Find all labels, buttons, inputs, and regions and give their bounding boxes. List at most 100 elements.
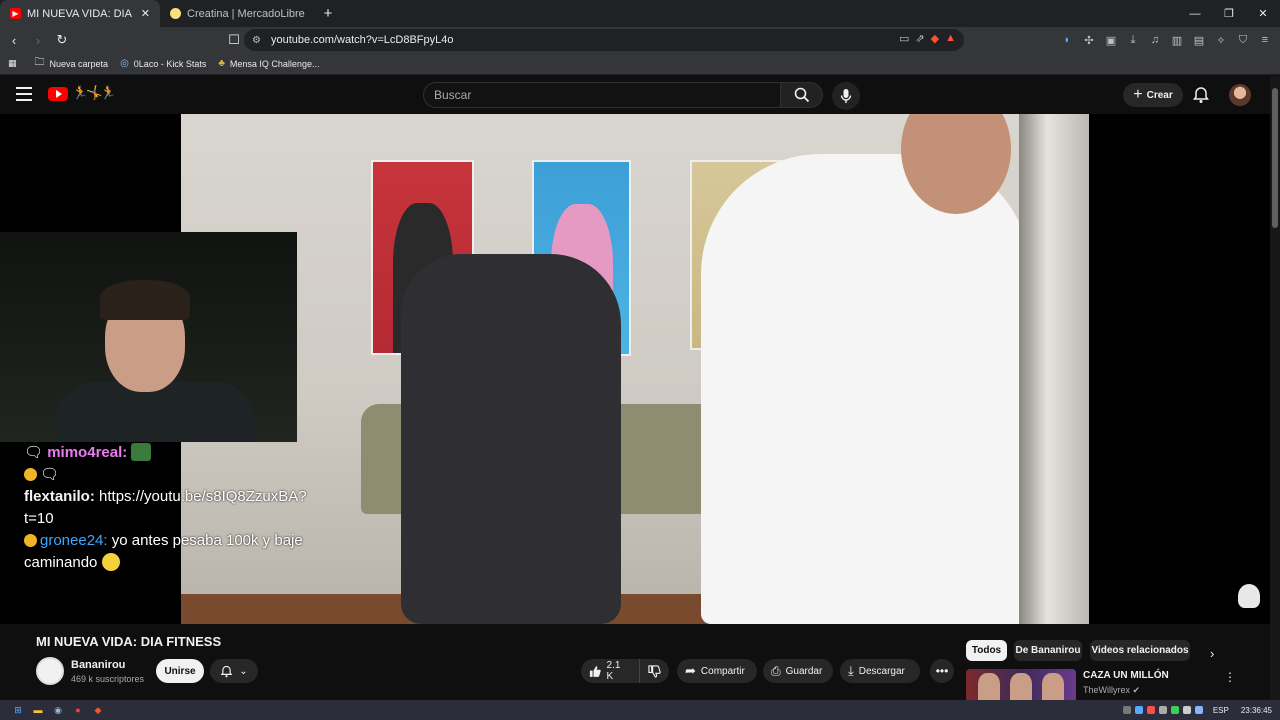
voice-search-button[interactable]	[832, 82, 860, 110]
verified-icon: ✔	[1132, 685, 1141, 695]
language-indicator[interactable]: ESP	[1213, 706, 1229, 715]
user-avatar[interactable]	[1229, 84, 1251, 106]
page-scrollbar[interactable]	[1270, 76, 1280, 700]
close-tab-icon[interactable]: ✕	[141, 7, 150, 20]
new-tab-button[interactable]: +	[315, 0, 341, 27]
youtube-logo-icon[interactable]	[48, 87, 68, 101]
dislike-button[interactable]	[640, 659, 669, 683]
chip-channel[interactable]: De Bananirou	[1014, 640, 1082, 661]
bookmarks-bar: ▦ 🗀 Nueva carpeta ◎ 0Laco - Kick Stats ♣ Me…	[0, 53, 1280, 75]
related-more-icon[interactable]: ⋮	[1224, 670, 1236, 684]
extensions-area: ◗ ✣ ▣ ⤓ ♫ ▥ ▤ ✧ ⛉ ≡	[1058, 30, 1274, 50]
search-button[interactable]	[781, 82, 823, 108]
channel-avatar[interactable]	[36, 657, 64, 685]
chevron-right-icon[interactable]: ›	[1210, 646, 1214, 661]
notifications-bell-icon[interactable]	[1192, 86, 1210, 104]
leo-ai-icon[interactable]: ✧	[1212, 30, 1230, 50]
wallet-icon[interactable]: ◗	[1058, 30, 1076, 50]
youtube-doodle[interactable]: 🏃🤸🏃	[72, 85, 117, 101]
mercadolibre-favicon-icon	[170, 8, 181, 19]
brave-shields-icon[interactable]: ◆	[931, 32, 939, 45]
screenshot-icon[interactable]: ▣	[1102, 30, 1120, 50]
tray-icon[interactable]	[1122, 706, 1131, 714]
search-placeholder: Buscar	[434, 88, 472, 102]
download-label: Descargar	[858, 665, 905, 677]
tray-icon[interactable]	[1134, 706, 1143, 714]
extensions-icon[interactable]: ✣	[1080, 30, 1098, 50]
sidebar-icon[interactable]: ▥	[1168, 30, 1186, 50]
vpn-icon[interactable]: ⛉	[1234, 30, 1252, 50]
wallet-card-icon[interactable]: ▤	[1190, 30, 1208, 50]
bookmark-mensa[interactable]: ♣ Mensa IQ Challenge...	[218, 58, 319, 69]
bookmark-label: Mensa IQ Challenge...	[229, 58, 320, 69]
share-button[interactable]: ➦ Compartir	[677, 659, 757, 683]
apps-icon[interactable]: ▦	[8, 58, 17, 69]
tray-icon[interactable]	[1182, 706, 1191, 714]
subscription-notifications-button[interactable]: ⌄	[210, 659, 258, 683]
emote-icon	[101, 553, 120, 571]
save-label: Guardar	[785, 665, 823, 677]
music-icon[interactable]: ♫	[1146, 30, 1164, 50]
address-bar[interactable]: ⚙ youtube.com/watch?v=LcD8BFpyL4o ▭ ⇗ ◆ …	[244, 29, 964, 51]
video-title: MI NUEVA VIDA: DIA FITNESS	[36, 634, 222, 649]
related-channel[interactable]: TheWillyrex ✔	[1083, 685, 1140, 696]
browser-tab-youtube[interactable]: ▶ MI NUEVA VIDA: DIA FITNESS - ✕	[0, 0, 160, 27]
brave-rewards-icon[interactable]: ▲	[945, 32, 956, 45]
youtube-header: 🏃🤸🏃 Buscar + Crear	[0, 76, 1270, 114]
bookmark-kick-stats[interactable]: ◎ 0Laco - Kick Stats	[120, 58, 206, 69]
clock[interactable]: 23:36:45	[1241, 706, 1272, 715]
share-page-icon[interactable]: ⇗	[915, 32, 924, 45]
tab-title: MI NUEVA VIDA: DIA FITNESS -	[27, 7, 135, 20]
tray-icon[interactable]	[1158, 706, 1167, 714]
thumbs-down-icon	[648, 664, 661, 678]
related-thumbnail[interactable]	[966, 669, 1076, 702]
app-red-icon[interactable]: ●	[68, 700, 88, 720]
like-dislike-group: 2.1 K	[581, 659, 669, 683]
windows-start-icon[interactable]: ⊞	[8, 700, 28, 720]
download-arrow-icon: ⤓	[848, 663, 854, 678]
kick-stats-icon: ◎	[120, 58, 129, 69]
browser-tab-mercadolibre[interactable]: Creatina | MercadoLibre 📖	[160, 0, 315, 27]
chat-line: 🗨	[24, 464, 324, 486]
search-input[interactable]: Buscar	[423, 82, 781, 108]
site-info-icon[interactable]: ⚙	[252, 35, 261, 46]
plus-icon: +	[1133, 86, 1143, 103]
window-controls: — ❐ ✕	[1178, 0, 1280, 27]
youtube-favicon-icon: ▶	[10, 8, 21, 19]
join-button[interactable]: Unirse	[156, 659, 204, 683]
bookmark-folder[interactable]: 🗀 Nueva carpeta	[35, 55, 109, 72]
back-icon[interactable]: ‹	[4, 30, 24, 50]
forward-icon[interactable]: ›	[28, 30, 48, 50]
like-button[interactable]: 2.1 K	[581, 659, 640, 683]
file-explorer-icon[interactable]: ▬	[28, 700, 48, 720]
reload-icon[interactable]: ↻	[52, 30, 72, 50]
tray-icon[interactable]	[1170, 706, 1179, 714]
share-icon: ➦	[685, 663, 696, 678]
chip-all[interactable]: Todos	[966, 640, 1007, 661]
cast-icon[interactable]: ▭	[899, 32, 909, 45]
video-player[interactable]: 🗨 mimo4real: 🗨 flextanilo: https://youtu…	[0, 114, 1270, 624]
tab-title: Creatina | MercadoLibre 📖	[187, 8, 305, 20]
download-button[interactable]: ⤓ Descargar	[840, 659, 920, 683]
download-icon[interactable]: ⤓	[1124, 30, 1142, 50]
chip-related[interactable]: Videos relacionados	[1090, 640, 1190, 661]
bookmark-label: Nueva carpeta	[49, 58, 109, 69]
tray-icon[interactable]	[1194, 706, 1203, 714]
related-title[interactable]: CAZA UN MILLÓN	[1083, 670, 1169, 681]
steam-icon[interactable]: ◉	[48, 700, 68, 720]
menu-icon[interactable]: ≡	[1256, 30, 1274, 50]
channel-name[interactable]: Bananirou	[71, 659, 125, 671]
create-button[interactable]: + Crear	[1123, 83, 1183, 107]
hamburger-menu-icon[interactable]	[16, 87, 32, 101]
save-button[interactable]: ⎙ Guardar	[763, 659, 833, 683]
minimize-icon[interactable]: —	[1178, 0, 1212, 27]
scrollbar-thumb[interactable]	[1272, 88, 1278, 228]
address-url: youtube.com/watch?v=LcD8BFpyL4o	[270, 34, 454, 46]
brave-icon[interactable]: ◆	[88, 700, 108, 720]
close-window-icon[interactable]: ✕	[1246, 0, 1280, 27]
scene-chair	[401, 254, 621, 624]
more-actions-button[interactable]: •••	[930, 659, 954, 683]
bookmark-icon[interactable]: ☐	[224, 30, 244, 50]
tray-icon[interactable]	[1146, 706, 1155, 714]
restore-icon[interactable]: ❐	[1212, 0, 1246, 27]
